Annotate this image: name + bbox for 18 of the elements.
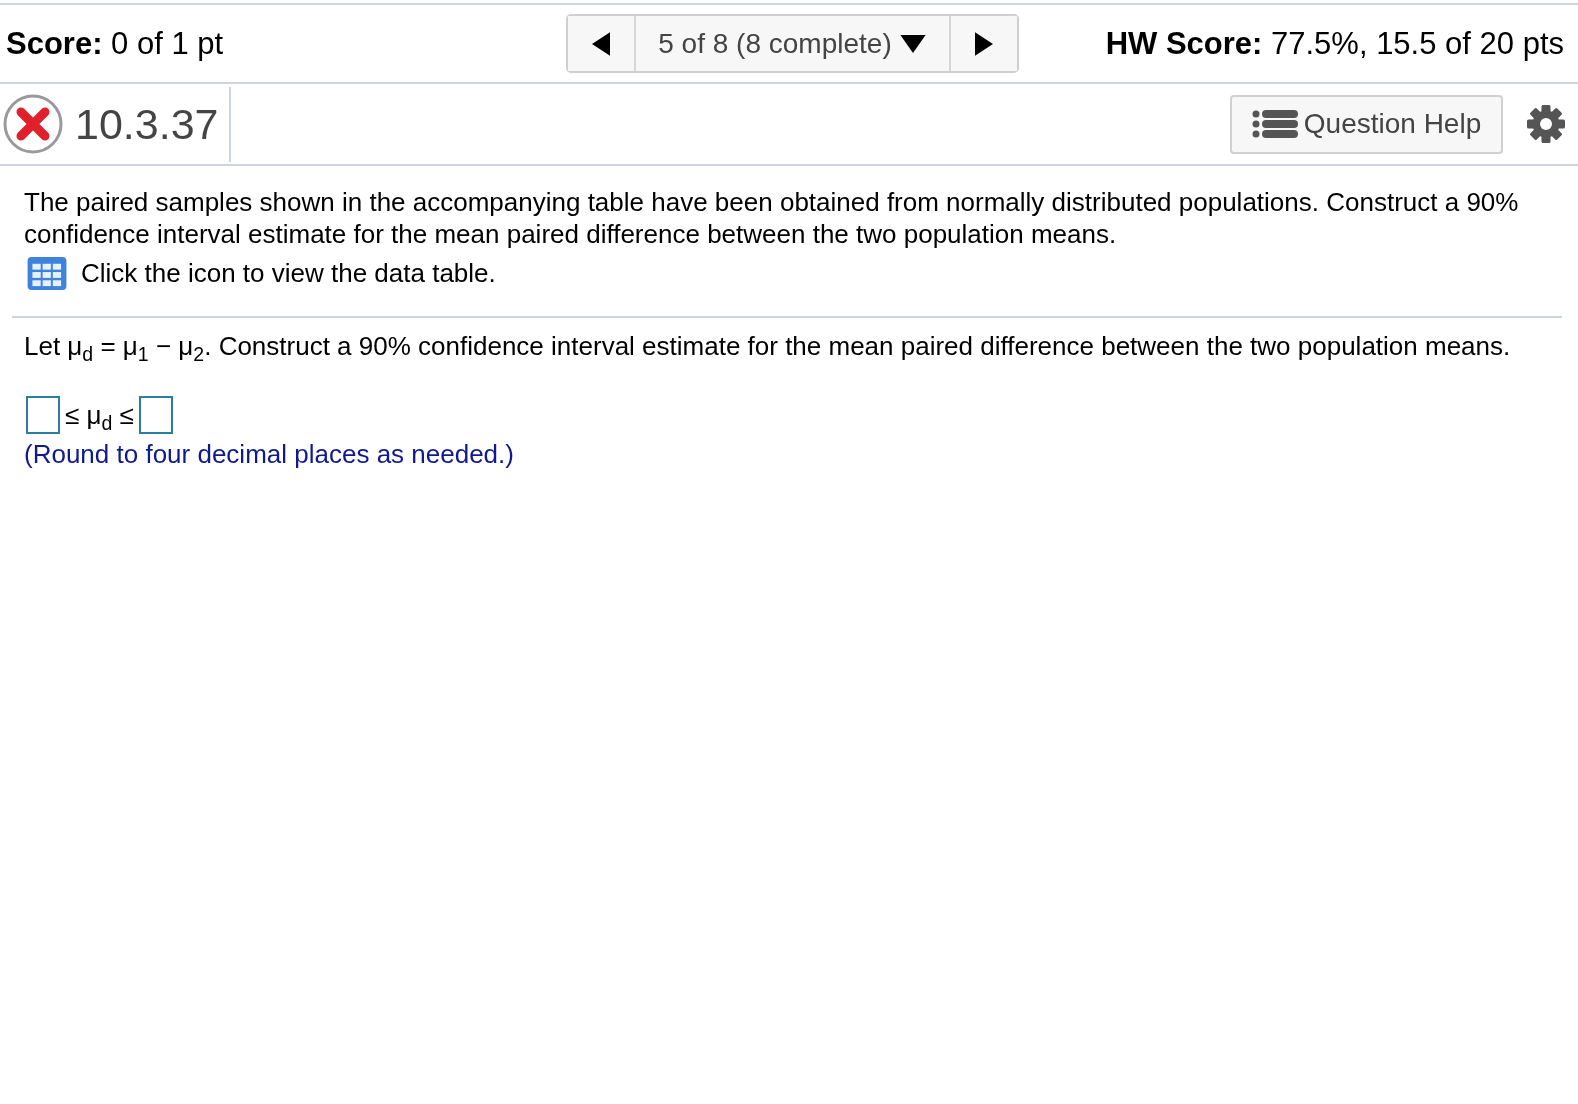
answer-box[interactable]: [26, 396, 60, 434]
question-help-button[interactable]: Question Help: [1230, 94, 1503, 154]
answer-box[interactable]: [138, 396, 173, 434]
inequality-text: ≤ μ$_{d}$ ≤: [65, 399, 134, 431]
data-table-icon[interactable]: [27, 257, 67, 290]
question-prompt: Let μ$_{d}$ = μ$_{1}$ − μ$_{2}$. Construct a 90% confidence interval estimate for the mean paired difference between the two population means.: [24, 330, 1512, 362]
question-dropdown[interactable]: 5 of 8 (8 complete): [633, 16, 951, 71]
left-triangle-icon: [591, 31, 610, 56]
score-text: Score: 0 of 1 pt: [6, 25, 224, 62]
list-icon: [1251, 109, 1298, 139]
question-number: 10.3.37: [75, 99, 219, 149]
data-table-prompt: Click the icon to view the data table.: [81, 258, 496, 289]
problem-statement: The paired samples shown in the accompanying table have been obtained from normally distributed populations. Construct a 90% confidence interval estimate for the mean paired difference between the two population means.: [24, 186, 1520, 250]
right-triangle-icon: [974, 31, 993, 56]
caret-icon: [899, 34, 926, 53]
rounding-hint: (Round to four decimal places as needed.): [24, 438, 515, 470]
settings-icon[interactable]: [1526, 104, 1566, 144]
hw-score-text: HW Score: 77.5%, 15.5 of 20 pts: [1105, 25, 1564, 62]
